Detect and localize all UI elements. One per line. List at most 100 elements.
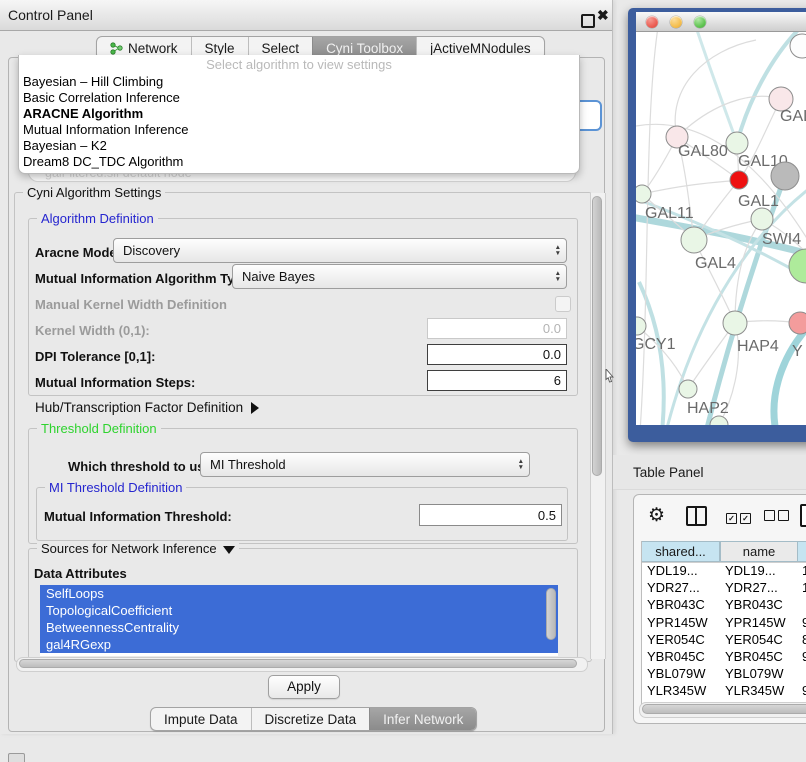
table-cell: YBR043C	[720, 597, 798, 614]
column-header-partial[interactable]	[798, 541, 806, 562]
mi-steps-field[interactable]	[427, 370, 567, 391]
table-cell: YBR045C	[720, 649, 798, 666]
tab-jactivemnodules-label: jActiveMNodules	[430, 41, 531, 56]
table-cell: YDR27...	[720, 580, 798, 597]
dpi-tolerance-field[interactable]	[427, 344, 567, 365]
network-edge[interactable]	[642, 180, 739, 194]
algorithm-option[interactable]: Dream8 DC_TDC Algorithm	[19, 154, 579, 170]
network-node-label: GAL4	[695, 255, 736, 272]
network-edge[interactable]	[640, 32, 658, 425]
manual-kernel-width-checkbox[interactable]	[555, 296, 571, 312]
table-row[interactable]: YDR27...YDR27...12	[642, 580, 806, 597]
network-canvas[interactable]: GAL7GAL80GAL10GAL1GAL11SWI4GAL4GCY1HAP4Y…	[636, 32, 806, 425]
tab-select-label: Select	[262, 41, 300, 56]
tab-impute-data[interactable]: Impute Data	[151, 708, 251, 730]
settings-vscroll-thumb[interactable]	[592, 196, 602, 476]
tab-discretize-data[interactable]: Discretize Data	[251, 708, 370, 730]
algorithm-option[interactable]: Basic Correlation Inference	[19, 90, 579, 106]
stepper-arrows-icon: ▲▼	[555, 265, 561, 288]
network-node[interactable]	[679, 380, 697, 398]
column-header-shared-name[interactable]: shared...	[642, 541, 720, 562]
network-edge[interactable]	[639, 282, 664, 425]
algorithm-option[interactable]: Mutual Information Inference	[19, 122, 579, 138]
control-panel-titlebar: Control Panel ✖	[0, 0, 612, 31]
select-all-icon[interactable]: ✓✓	[726, 509, 754, 524]
table-cell: YBL079W	[642, 666, 720, 683]
network-node[interactable]	[636, 185, 651, 203]
aracne-mode-combobox[interactable]: Discovery ▲▼	[113, 238, 567, 263]
column-header-name[interactable]: name	[720, 541, 798, 562]
network-node-label: GAL80	[678, 143, 728, 160]
table-row[interactable]: YBR045CYBR045C9.	[642, 649, 806, 666]
new-table-icon[interactable]	[800, 504, 806, 527]
table-cell: YDL19...	[642, 563, 720, 580]
table-row[interactable]: YBR043CYBR043C	[642, 597, 806, 614]
tab-style-label: Style	[205, 41, 235, 56]
network-window-titlebar[interactable]	[636, 12, 806, 32]
sources-group-title[interactable]: Sources for Network Inference	[37, 541, 239, 556]
tab-discretize-data-label: Discretize Data	[265, 712, 357, 727]
table-row[interactable]: YLR345WYLR345W9.	[642, 683, 806, 700]
network-view-window[interactable]: GAL7GAL80GAL10GAL1GAL11SWI4GAL4GCY1HAP4Y…	[628, 8, 806, 442]
settings-hscroll-thumb[interactable]	[19, 659, 577, 668]
docked-panel-icon[interactable]	[8, 753, 25, 762]
zoom-traffic-light-icon[interactable]	[694, 16, 706, 28]
control-panel-title: Control Panel	[8, 7, 93, 23]
algorithm-option[interactable]: Bayesian – Hill Climbing	[19, 74, 579, 90]
table-cell: YDR27...	[642, 580, 720, 597]
network-node[interactable]	[710, 416, 728, 425]
network-node[interactable]	[726, 132, 748, 154]
table-cell: YER054C	[642, 632, 720, 649]
deselect-all-icon[interactable]	[764, 509, 792, 524]
gear-icon[interactable]: ⚙	[648, 504, 665, 527]
table-cell: YPR145W	[642, 615, 720, 632]
network-node[interactable]	[789, 312, 806, 334]
network-node[interactable]	[723, 311, 747, 335]
table-row[interactable]: YBL079WYBL079W	[642, 666, 806, 683]
cyni-bottom-tabs: Impute Data Discretize Data Infer Networ…	[150, 707, 477, 731]
close-traffic-light-icon[interactable]	[646, 16, 658, 28]
mi-algorithm-type-combobox[interactable]: Naive Bayes ▲▼	[232, 264, 567, 289]
mi-threshold-field[interactable]	[419, 504, 562, 526]
network-node[interactable]	[730, 171, 748, 189]
which-threshold-combobox[interactable]: MI Threshold ▲▼	[200, 452, 530, 477]
algorithm-option[interactable]: ARACNE Algorithm	[19, 106, 579, 122]
algorithm-option[interactable]: Bayesian – K2	[19, 138, 579, 154]
network-node[interactable]	[771, 162, 799, 190]
table-cell: YLR345W	[720, 683, 798, 700]
split-view-icon[interactable]	[686, 506, 707, 526]
network-node[interactable]	[681, 227, 707, 253]
network-node-label: GCY1	[636, 336, 676, 353]
data-attribute-item[interactable]: TopologicalCoefficient	[40, 602, 558, 619]
tab-infer-network[interactable]: Infer Network	[369, 708, 476, 730]
kernel-width-field[interactable]	[427, 318, 567, 339]
network-node[interactable]	[751, 208, 773, 230]
tab-impute-data-label: Impute Data	[164, 712, 238, 727]
tab-cyni-toolbox-label: Cyni Toolbox	[326, 41, 403, 56]
algorithm-definition-title: Algorithm Definition	[37, 211, 158, 226]
table-cell: 13	[798, 563, 806, 580]
apply-button[interactable]: Apply	[268, 675, 340, 699]
which-threshold-label: Which threshold to use:	[68, 459, 216, 474]
close-icon[interactable]: ✖	[597, 7, 609, 24]
minimize-traffic-light-icon[interactable]	[670, 16, 682, 28]
table-row[interactable]: YER054CYER054C8.	[642, 632, 806, 649]
table-cell	[798, 597, 806, 614]
network-node[interactable]	[789, 249, 806, 283]
table-cell: YBR043C	[642, 597, 720, 614]
hub-definition-expander[interactable]: Hub/Transcription Factor Definition	[35, 400, 259, 415]
network-edge[interactable]	[696, 32, 737, 143]
network-node-label: GAL11	[645, 205, 694, 222]
table-cell: 9.	[798, 649, 806, 666]
table-row[interactable]: YDL19...YDL19...13	[642, 563, 806, 580]
mi-threshold-label: Mutual Information Threshold:	[44, 509, 232, 524]
float-window-icon[interactable]	[581, 14, 595, 28]
network-node-label: GAL1	[738, 193, 779, 210]
data-attribute-item[interactable]: gal4RGexp	[40, 636, 558, 653]
table-row[interactable]: YPR145WYPR145W9.	[642, 615, 806, 632]
attributes-list-scrollbar[interactable]	[546, 588, 556, 640]
data-attribute-item[interactable]: BetweennessCentrality	[40, 619, 558, 636]
table-hscroll-thumb[interactable]	[642, 704, 806, 714]
node-table: shared... name YDL19...YDL19...13YDR27..…	[641, 541, 806, 706]
data-attribute-item[interactable]: SelfLoops	[40, 585, 558, 602]
